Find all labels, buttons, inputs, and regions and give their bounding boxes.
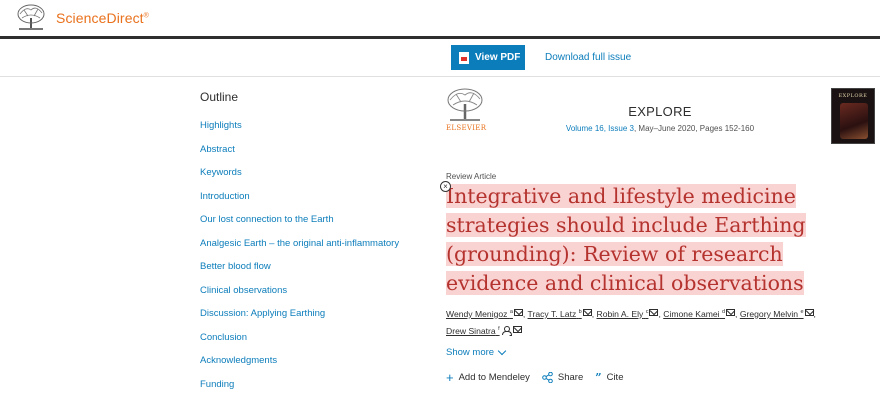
outline-title: Outline — [200, 90, 239, 104]
share-label: Share — [557, 372, 584, 383]
article-type-label: Review Article — [446, 172, 497, 181]
author-list: Wendy Menigoz a, Tracy T. Latz b, Robin … — [446, 308, 816, 336]
outline-item-blood-flow[interactable]: Better blood flow — [200, 261, 430, 285]
outline-item-funding[interactable]: Funding — [200, 379, 430, 393]
outline-item-discussion[interactable]: Discussion: Applying Earthing — [200, 308, 430, 332]
author-link[interactable]: Drew Sinatra f — [446, 325, 522, 336]
author-link[interactable]: Tracy T. Latz b — [527, 308, 592, 319]
plus-icon: + — [446, 369, 454, 385]
brand-registered-mark: ® — [143, 12, 149, 20]
outline-item-highlights[interactable]: Highlights — [200, 120, 430, 144]
author-name: Robin A. Ely — [596, 308, 644, 319]
cover-title: EXPLORE — [838, 93, 868, 99]
elsevier-wordmark: ELSEVIER — [446, 124, 487, 132]
author-link[interactable]: Robin A. Ely c — [596, 308, 659, 319]
elsevier-tree-logo-icon[interactable] — [16, 4, 46, 32]
author-link[interactable]: Wendy Menigoz a — [446, 308, 523, 319]
article-action-bar: View PDF Download full issue — [0, 39, 880, 77]
article-title: Integrative and lifestyle medicine strat… — [446, 182, 876, 298]
article-tools: + Add to Mendeley Share ” Cite — [446, 369, 635, 385]
elsevier-tree-icon — [447, 88, 483, 121]
pdf-icon — [459, 51, 469, 64]
outline-item-acknowledgments[interactable]: Acknowledgments — [200, 355, 430, 379]
share-icon — [542, 372, 553, 383]
brand-name: ScienceDirect — [56, 10, 144, 26]
article-title-text: Integrative and lifestyle medicine strat… — [446, 184, 806, 295]
person-icon — [501, 325, 512, 335]
view-pdf-button[interactable]: View PDF — [451, 45, 525, 70]
site-header: ScienceDirect® — [0, 0, 880, 36]
author-affiliation: f — [498, 325, 500, 332]
outline-item-introduction[interactable]: Introduction — [200, 191, 430, 215]
outline-item-analgesic-earth[interactable]: Analgesic Earth – the original anti-infl… — [200, 238, 430, 262]
outline-nav: Outline Highlights Abstract Keywords Int… — [200, 90, 430, 393]
author-link[interactable]: Cimone Kamei d — [663, 308, 736, 319]
author-name: Cimone Kamei — [663, 308, 720, 319]
view-pdf-label: View PDF — [475, 52, 521, 63]
cite-button[interactable]: ” Cite — [595, 370, 624, 384]
author-affiliation: b — [578, 309, 582, 315]
cover-artwork — [840, 103, 868, 139]
issue-date-pages: , May–June 2020, Pages 152-160 — [633, 124, 755, 133]
cite-label: Cite — [606, 372, 624, 383]
show-more-button[interactable]: Show more — [446, 346, 507, 358]
author-affiliation: a — [509, 309, 513, 315]
author-name: Tracy T. Latz — [527, 308, 577, 319]
outline-item-keywords[interactable]: Keywords — [200, 167, 430, 191]
volume-issue-link[interactable]: Volume 16, Issue 3 — [566, 124, 634, 133]
author-affiliation: d — [721, 309, 726, 315]
author-affiliation: e — [800, 309, 804, 315]
mail-icon — [582, 308, 592, 316]
journal-cover-image[interactable]: EXPLORE — [831, 88, 875, 144]
download-full-issue-link[interactable]: Download full issue — [545, 52, 631, 63]
author-name: Drew Sinatra — [446, 325, 496, 336]
author-affiliation: c — [645, 309, 649, 315]
outline-item-clinical-observations[interactable]: Clinical observations — [200, 285, 430, 309]
mail-icon — [726, 308, 736, 316]
journal-issue-info: Volume 16, Issue 3, May–June 2020, Pages… — [540, 124, 780, 133]
mail-icon — [804, 308, 814, 316]
mail-icon — [513, 308, 523, 316]
journal-title[interactable]: EXPLORE — [560, 104, 760, 119]
mendeley-label: Add to Mendeley — [458, 372, 530, 383]
outline-item-conclusion[interactable]: Conclusion — [200, 332, 430, 356]
chevron-down-icon — [497, 346, 507, 356]
quote-icon: ” — [595, 370, 602, 384]
author-link[interactable]: Gregory Melvin e — [739, 308, 814, 319]
outline-item-abstract[interactable]: Abstract — [200, 144, 430, 168]
close-circle-icon[interactable]: × — [440, 181, 451, 192]
author-name: Wendy Menigoz — [446, 308, 508, 319]
mail-icon — [512, 325, 522, 333]
show-more-label: Show more — [446, 347, 495, 358]
add-to-mendeley-button[interactable]: + Add to Mendeley — [446, 369, 530, 385]
share-button[interactable]: Share — [542, 372, 583, 383]
outline-item-lost-connection[interactable]: Our lost connection to the Earth — [200, 214, 430, 238]
author-name: Gregory Melvin — [739, 308, 799, 319]
mail-icon — [649, 308, 659, 316]
sciencedirect-brand[interactable]: ScienceDirect® — [56, 10, 149, 26]
elsevier-journal-logo[interactable]: ELSEVIER — [446, 88, 486, 132]
